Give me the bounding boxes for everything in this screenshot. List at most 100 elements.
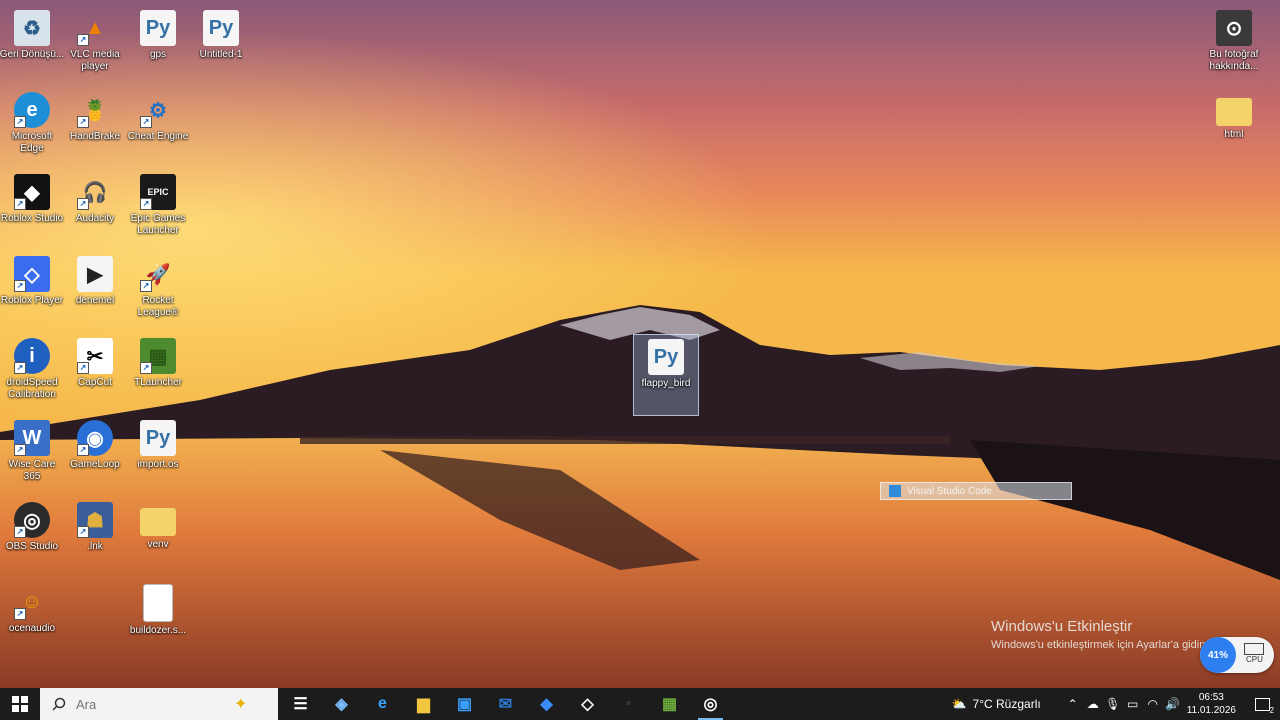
desktop-icon-obs-studio[interactable]: ◎ ↗ OBS Studio [0,498,64,578]
gameloop-icon: ◉ ↗ [77,420,113,456]
desktop-icon-audacity[interactable]: 🎧 ↗ Audacity [63,170,127,250]
desktop-icon-cheat-engine[interactable]: ⚙ ↗ Cheat Engine [126,88,190,168]
python-file-icon: Py [140,420,176,456]
wifi-icon[interactable]: ◠ [1143,688,1163,720]
battery-icon[interactable]: ▭ [1123,688,1143,720]
taskbar-app-edge[interactable]: e [362,688,403,720]
cpu-usage-value: 41% [1200,637,1236,673]
taskbar-app-roblox-player[interactable]: ◇ [567,688,608,720]
desktop-icon-label: Bu fotoğraf hakkında... [1209,49,1259,72]
taskbar-app-store[interactable]: ▣ [444,688,485,720]
desktop-icon-label: HandBrake [69,131,121,142]
taskbar-app-terminal[interactable]: ▪ [608,688,649,720]
shortcut-arrow-icon: ↗ [14,608,26,620]
terminal-icon: ▪ [625,695,632,712]
taskbar-app-outlook[interactable]: ✉ [485,688,526,720]
desktop-icon-roblox-studio[interactable]: ◆ ↗ Roblox Studio [0,170,64,250]
handbrake-icon: 🍍 ↗ [77,92,113,128]
folder-icon [1216,98,1252,126]
taskbar-search[interactable]: ✦ [40,688,278,720]
python-file-icon: Py [140,10,176,46]
desktop-icon-ocenaudio[interactable]: ☺ ↗ ocenaudio [0,580,64,660]
microphone-icon[interactable]: 🎙 [1103,688,1123,720]
search-input[interactable] [74,695,228,713]
notification-center-button[interactable]: 2 [1244,688,1280,720]
cheat-engine-icon: ⚙ ↗ [140,92,176,128]
desktop-icon-rocket-league[interactable]: 🚀 ↗ Rocket League® [126,252,190,332]
cpu-widget[interactable]: 41% CPU [1200,637,1274,673]
chevron-up-icon[interactable]: ⌃ [1063,688,1083,720]
drag-ghost-vscode: Visual Studio Code [880,482,1072,500]
desktop-icon-tlauncher[interactable]: ▦ ↗ TLauncher [126,334,190,414]
desktop-icon-lnk[interactable]: ☗ ↗ .lnk [63,498,127,578]
desktop-icon-buildozer-s[interactable]: buildozer.s... [126,580,190,660]
activation-subtitle: Windows'u etkinleştirmek için Ayarlar'a … [991,639,1209,651]
game-shortcut-icon: ☗ ↗ [77,502,113,538]
windows-logo-icon [12,696,28,712]
shortcut-arrow-icon: ↗ [140,362,152,374]
desktop-icon-roblox-player[interactable]: ◇ ↗ Roblox Player [0,252,64,332]
desktop-icon-label: flappy_bird [641,378,691,389]
taskbar-app-roblox-studio[interactable]: ◆ [526,688,567,720]
roblox-player-icon: ◇ [581,696,594,713]
taskbar-apps: ☰ ◈ e ▆ ▣ ✉ ◆ ◇ ▪ ▦ ◎ [280,688,731,720]
desktop-icon-import-os[interactable]: Py import.os [126,416,190,496]
desktop-icon-gps[interactable]: Py gps [126,6,190,86]
desktop-icon-label: GameLoop [70,459,120,470]
python-file-icon: Py [648,339,684,375]
desktop-icon-html[interactable]: html [1202,88,1266,168]
shortcut-arrow-icon: ↗ [140,198,152,210]
system-tray: ⛅ 7°C Rüzgarlı ⌃ ☁ 🎙 ▭ ◠ 🔊 06:53 11.01.2… [952,688,1280,720]
file-explorer-icon: ▆ [417,696,430,713]
desktop-icon-handbrake[interactable]: 🍍 ↗ HandBrake [63,88,127,168]
drag-ghost-label: Visual Studio Code [907,485,992,497]
desktop-icon-wise-care-365[interactable]: W ↗ Wise Care 365 [0,416,64,496]
shortcut-arrow-icon: ↗ [140,116,152,128]
desktop-icon-venv[interactable]: venv [126,498,190,578]
shortcut-arrow-icon: ↗ [14,362,26,374]
start-button[interactable] [0,688,40,720]
shortcut-arrow-icon: ↗ [77,198,89,210]
desktop-icon-capcut[interactable]: ✂ ↗ CapCut [63,334,127,414]
volume-icon[interactable]: 🔊 [1163,688,1183,720]
clock[interactable]: 06:53 11.01.2026 [1187,691,1236,717]
taskbar-app-tlauncher[interactable]: ▦ [649,688,690,720]
info-icon: i ↗ [14,338,50,374]
weather-icon[interactable]: ⛅ [952,697,967,711]
taskbar-app-file-explorer[interactable]: ▆ [403,688,444,720]
desktop-icon-label: Geri Dönüşü... [0,49,65,60]
onedrive-icon[interactable]: ☁ [1083,688,1103,720]
shortcut-arrow-icon: ↗ [77,362,89,374]
desktop-icon-bu-foto-raf-hakk-nda[interactable]: ⊙ Bu fotoğraf hakkında... [1202,6,1266,86]
taskbar-app-copilot[interactable]: ◈ [321,688,362,720]
desktop-icon-vlc-media-player[interactable]: ▲ ↗ VLC media player [63,6,127,86]
desktop-icon-denemel[interactable]: ▶ denemel [63,252,127,332]
store-icon: ▣ [456,696,473,713]
desktop-icon-label: CapCut [78,377,112,388]
taskbar-app-task-view[interactable]: ☰ [280,688,321,720]
vscode-icon [889,485,901,497]
desktop-icon-label: OBS Studio [5,541,59,552]
weather-text[interactable]: 7°C Rüzgarlı [973,697,1041,711]
desktop-icon-epic-games-launcher[interactable]: EPIC ↗ Epic Games Launcher [126,170,190,250]
taskbar-app-obs[interactable]: ◎ [690,688,731,720]
shortcut-arrow-icon: ↗ [77,526,89,538]
desktop-icon-gameloop[interactable]: ◉ ↗ GameLoop [63,416,127,496]
camera-icon: ⊙ [1216,10,1252,46]
activation-title: Windows'u Etkinleştir [991,618,1133,635]
video-file-icon: ▶ [77,256,113,292]
clock-time: 06:53 [1198,692,1224,703]
desktop-icon-droidspeed-calibration[interactable]: i ↗ droidSpeed Calibration [0,334,64,414]
desktop-icon-label: Audacity [75,213,115,224]
task-view-icon: ☰ [293,696,308,713]
desktop-icon-microsoft-edge[interactable]: e ↗ Microsoft Edge [0,88,64,168]
desktop-icon-geri-d-n[interactable]: ♻ Geri Dönüşü... [0,6,64,86]
desktop-icon-untitled-1[interactable]: Py Untitled-1 [189,6,253,86]
desktop-icon-flappy-bird[interactable]: Py flappy_bird [633,334,699,416]
text-file-icon [143,584,173,622]
desktop-icon-label: import.os [137,459,179,470]
roblox-studio-icon: ◆ [540,696,553,713]
folder-icon [140,508,176,536]
shortcut-arrow-icon: ↗ [14,116,26,128]
desktop-icon-label: Cheat Engine [127,131,189,142]
